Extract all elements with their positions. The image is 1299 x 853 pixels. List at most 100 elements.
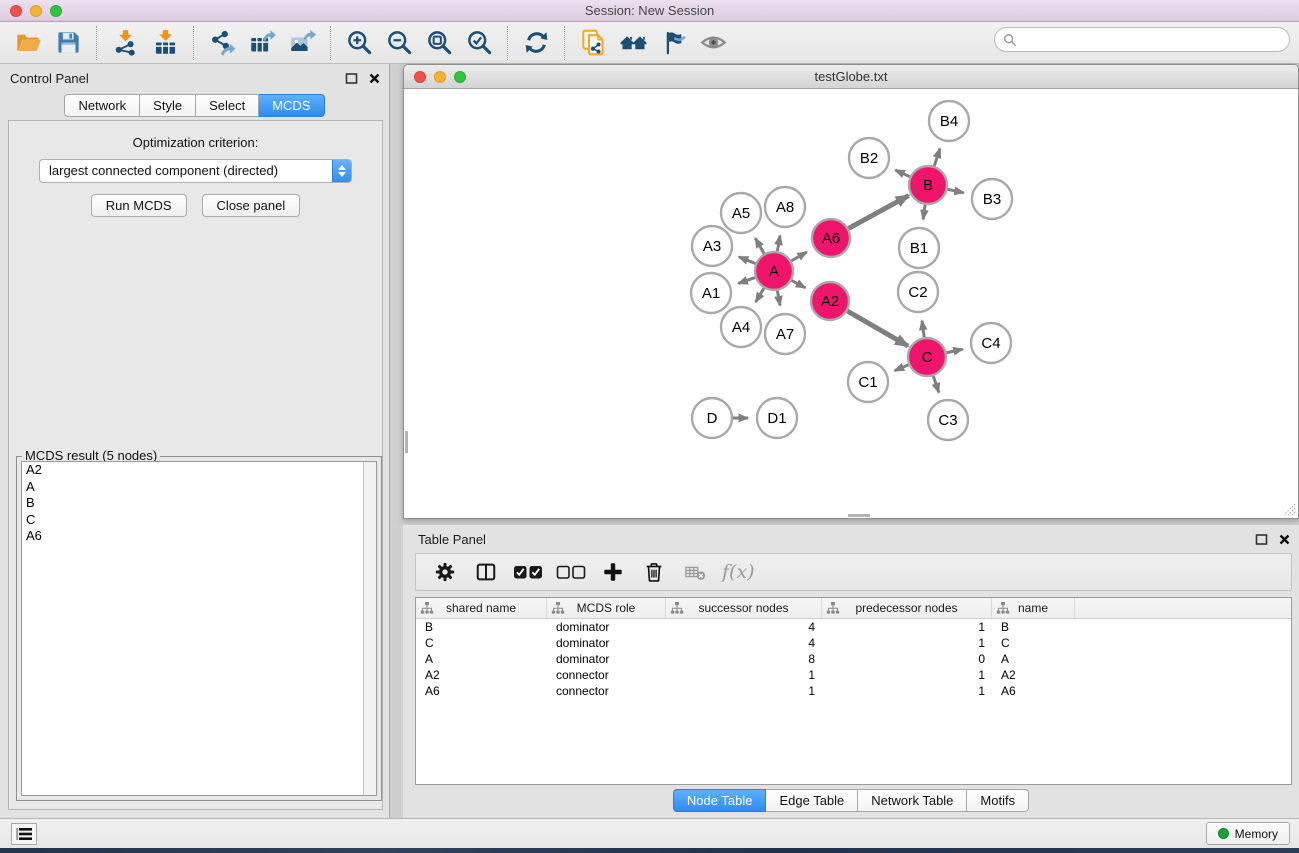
cell-name[interactable]: B [992,619,1075,635]
table-row[interactable]: A6connector11A6 [416,683,1291,699]
zoom-fit-button[interactable] [419,25,459,61]
criterion-select[interactable]: largest connected component (directed) [39,159,352,183]
net-maximize-icon[interactable] [454,71,466,83]
edge-A-A6[interactable] [791,252,806,261]
cell-shared-name[interactable]: B [416,619,547,635]
close-window-icon[interactable] [10,5,22,17]
column-header-successor-nodes[interactable]: successor nodes [666,598,822,618]
run-mcds-button[interactable]: Run MCDS [91,194,187,217]
tab-node-table[interactable]: Node Table [673,789,767,812]
open-session-button[interactable] [8,25,48,61]
close-table-panel-icon[interactable] [1278,533,1291,546]
clone-network-button[interactable] [573,25,613,61]
cell-name[interactable]: A [992,651,1075,667]
export-image-button[interactable] [282,25,322,61]
node-B1[interactable]: B1 [899,228,939,268]
memory-button[interactable]: Memory [1206,822,1290,845]
save-session-button[interactable] [48,25,88,61]
node-A3[interactable]: A3 [692,226,732,266]
close-panel-icon[interactable] [368,72,381,85]
minimize-window-icon[interactable] [30,5,42,17]
import-table-button[interactable] [145,25,185,61]
cell-successor-nodes[interactable]: 4 [666,635,822,651]
node-C4[interactable]: C4 [971,323,1011,363]
cell-name[interactable]: A6 [992,683,1075,699]
network-graph[interactable]: B4B2BB3A8A5A6A3B1AC2A1A2A4A7C4CC1DD1C3 [405,89,1297,517]
edge-A2-C[interactable] [847,311,908,346]
table-row[interactable]: A2connector11A2 [416,667,1291,683]
table-row[interactable]: Cdominator41C [416,635,1291,651]
result-item[interactable]: A2 [22,462,376,479]
node-C1[interactable]: C1 [848,362,888,402]
cell-shared-name[interactable]: A2 [416,667,547,683]
task-history-button[interactable] [11,823,37,845]
cell-predecessor-nodes[interactable]: 1 [822,635,992,651]
edge-A-A3[interactable] [739,257,756,264]
edge-C-C3[interactable] [933,376,939,393]
net-close-icon[interactable] [414,71,426,83]
cell-mcds-role[interactable]: dominator [547,651,666,667]
node-B3[interactable]: B3 [972,179,1012,219]
table-row[interactable]: Adominator80A [416,651,1291,667]
table-row[interactable]: Bdominator41B [416,619,1291,635]
check-all-button[interactable] [513,558,543,586]
columns-button[interactable] [472,558,500,586]
float-panel-icon[interactable] [345,72,358,85]
resize-grip-icon[interactable] [1281,501,1296,516]
edge-C-C4[interactable] [947,349,963,353]
cell-predecessor-nodes[interactable]: 1 [822,667,992,683]
export-table-button[interactable] [242,25,282,61]
edge-C-C1[interactable] [895,365,909,371]
result-item[interactable]: C [22,512,376,529]
export-network-button[interactable] [202,25,242,61]
node-A5[interactable]: A5 [721,193,761,233]
search-box[interactable] [994,27,1290,52]
node-A8[interactable]: A8 [765,187,805,227]
node-A4[interactable]: A4 [721,307,761,347]
cell-mcds-role[interactable]: dominator [547,635,666,651]
node-B[interactable]: B [909,166,947,204]
horizontal-scrollbar[interactable] [848,514,870,517]
edge-A-A4[interactable] [756,288,764,302]
result-item[interactable]: B [22,495,376,512]
edge-B-B1[interactable] [923,205,925,219]
float-table-panel-icon[interactable] [1255,533,1268,546]
edge-B-B3[interactable] [948,189,964,193]
mcds-result-list[interactable]: A2ABCA6 [21,461,377,796]
cell-shared-name[interactable]: A6 [416,683,547,699]
node-D1[interactable]: D1 [757,398,797,438]
edge-B-B2[interactable] [895,170,909,177]
hide-flag-button[interactable] [653,25,693,61]
tab-network-table[interactable]: Network Table [858,789,967,812]
node-A2[interactable]: A2 [811,282,849,320]
result-item[interactable]: A6 [22,528,376,545]
cell-mcds-role[interactable]: connector [547,683,666,699]
edge-A-A5[interactable] [755,238,764,253]
cell-name[interactable]: A2 [992,667,1075,683]
edge-A-A1[interactable] [738,278,755,284]
node-A7[interactable]: A7 [765,314,805,354]
cell-predecessor-nodes[interactable]: 1 [822,619,992,635]
cell-successor-nodes[interactable]: 1 [666,683,822,699]
tab-style[interactable]: Style [140,94,196,117]
node-D[interactable]: D [692,398,732,438]
edge-C-C2[interactable] [922,321,924,337]
column-header-name[interactable]: name [992,598,1075,618]
column-header-shared-name[interactable]: shared name [416,598,547,618]
node-A6[interactable]: A6 [812,219,850,257]
cell-mcds-role[interactable]: connector [547,667,666,683]
edge-A-A2[interactable] [792,280,806,287]
cell-mcds-role[interactable]: dominator [547,619,666,635]
search-input[interactable] [1022,32,1289,47]
add-column-button[interactable] [599,558,627,586]
node-C[interactable]: C [908,338,946,376]
cell-successor-nodes[interactable]: 4 [666,619,822,635]
result-item[interactable]: A [22,479,376,496]
net-minimize-icon[interactable] [434,71,446,83]
two-houses-button[interactable] [613,25,653,61]
refresh-button[interactable] [516,25,556,61]
vertical-scrollbar[interactable] [405,431,408,453]
result-scrollbar[interactable] [363,462,376,795]
import-network-button[interactable] [105,25,145,61]
tab-mcds[interactable]: MCDS [259,94,324,117]
